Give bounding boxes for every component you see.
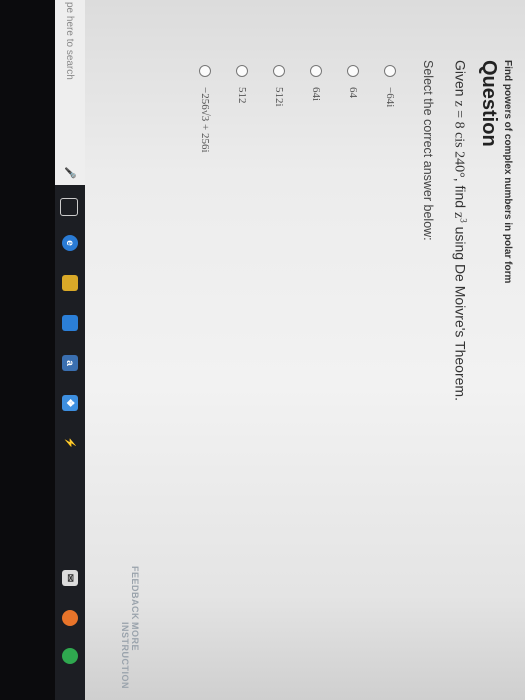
monitor-bezel: [0, 0, 55, 700]
file-explorer-icon[interactable]: [62, 275, 78, 291]
question-z-expression: z = 8 cis 240°: [451, 100, 467, 178]
instruction-text: Select the correct answer below:: [421, 60, 435, 241]
answer-choice[interactable]: 64i: [301, 65, 331, 101]
chrome-icon[interactable]: [62, 648, 78, 664]
choice-label: 512i: [273, 87, 285, 107]
question-mid: , find: [452, 177, 469, 212]
question-suffix: using De Moivre's Theorem.: [452, 222, 469, 401]
winamp-icon[interactable]: ⚡: [62, 435, 78, 451]
amazon-icon[interactable]: a: [62, 355, 78, 371]
windows-taskbar: pe here to search 🎤 e a ❖ ⚡ ✉: [55, 0, 85, 700]
choice-label: −64i: [384, 87, 396, 108]
question-text: Given z = 8 cis 240°, find z3 using De M…: [450, 60, 469, 401]
answer-choice[interactable]: 64: [338, 65, 368, 98]
taskbar-search-box[interactable]: pe here to search 🎤: [55, 0, 85, 185]
choice-label: 64: [347, 87, 359, 98]
radio-button[interactable]: [310, 65, 322, 77]
choice-label: 512: [236, 87, 248, 104]
radio-button[interactable]: [199, 65, 211, 77]
question-z-power: z3: [451, 212, 469, 223]
answer-choice[interactable]: 512: [227, 65, 257, 104]
answer-choice[interactable]: 512i: [264, 65, 294, 107]
screen: Find powers of complex numbers in polar …: [55, 0, 525, 700]
radio-button[interactable]: [236, 65, 248, 77]
store-icon[interactable]: [62, 315, 78, 331]
edge-icon[interactable]: e: [62, 235, 78, 251]
choice-label: 64i: [310, 87, 322, 102]
task-view-icon[interactable]: [60, 198, 78, 216]
rotated-photo-stage: Find powers of complex numbers in polar …: [0, 0, 525, 700]
question-prefix: Given: [452, 60, 469, 101]
feedback-link[interactable]: FEEDBACK: [130, 566, 140, 620]
more-instruction-link[interactable]: MORE INSTRUCTION: [120, 622, 140, 700]
radio-button[interactable]: [347, 65, 359, 77]
firefox-icon[interactable]: [62, 610, 78, 626]
question-page: Find powers of complex numbers in polar …: [85, 0, 525, 700]
radio-button[interactable]: [273, 65, 285, 77]
answer-choice[interactable]: −256√3 + 256i: [190, 65, 220, 153]
answer-choice[interactable]: −64i: [375, 65, 405, 107]
mail-icon[interactable]: ✉: [62, 570, 78, 586]
breadcrumb: Find powers of complex numbers in polar …: [502, 60, 513, 284]
search-placeholder: pe here to search: [64, 2, 76, 80]
mic-icon[interactable]: 🎤: [65, 167, 76, 179]
page-title: Question: [478, 60, 500, 147]
choice-label: −256√3 + 256i: [199, 87, 211, 153]
dropbox-icon[interactable]: ❖: [62, 395, 78, 411]
radio-button[interactable]: [384, 65, 396, 77]
